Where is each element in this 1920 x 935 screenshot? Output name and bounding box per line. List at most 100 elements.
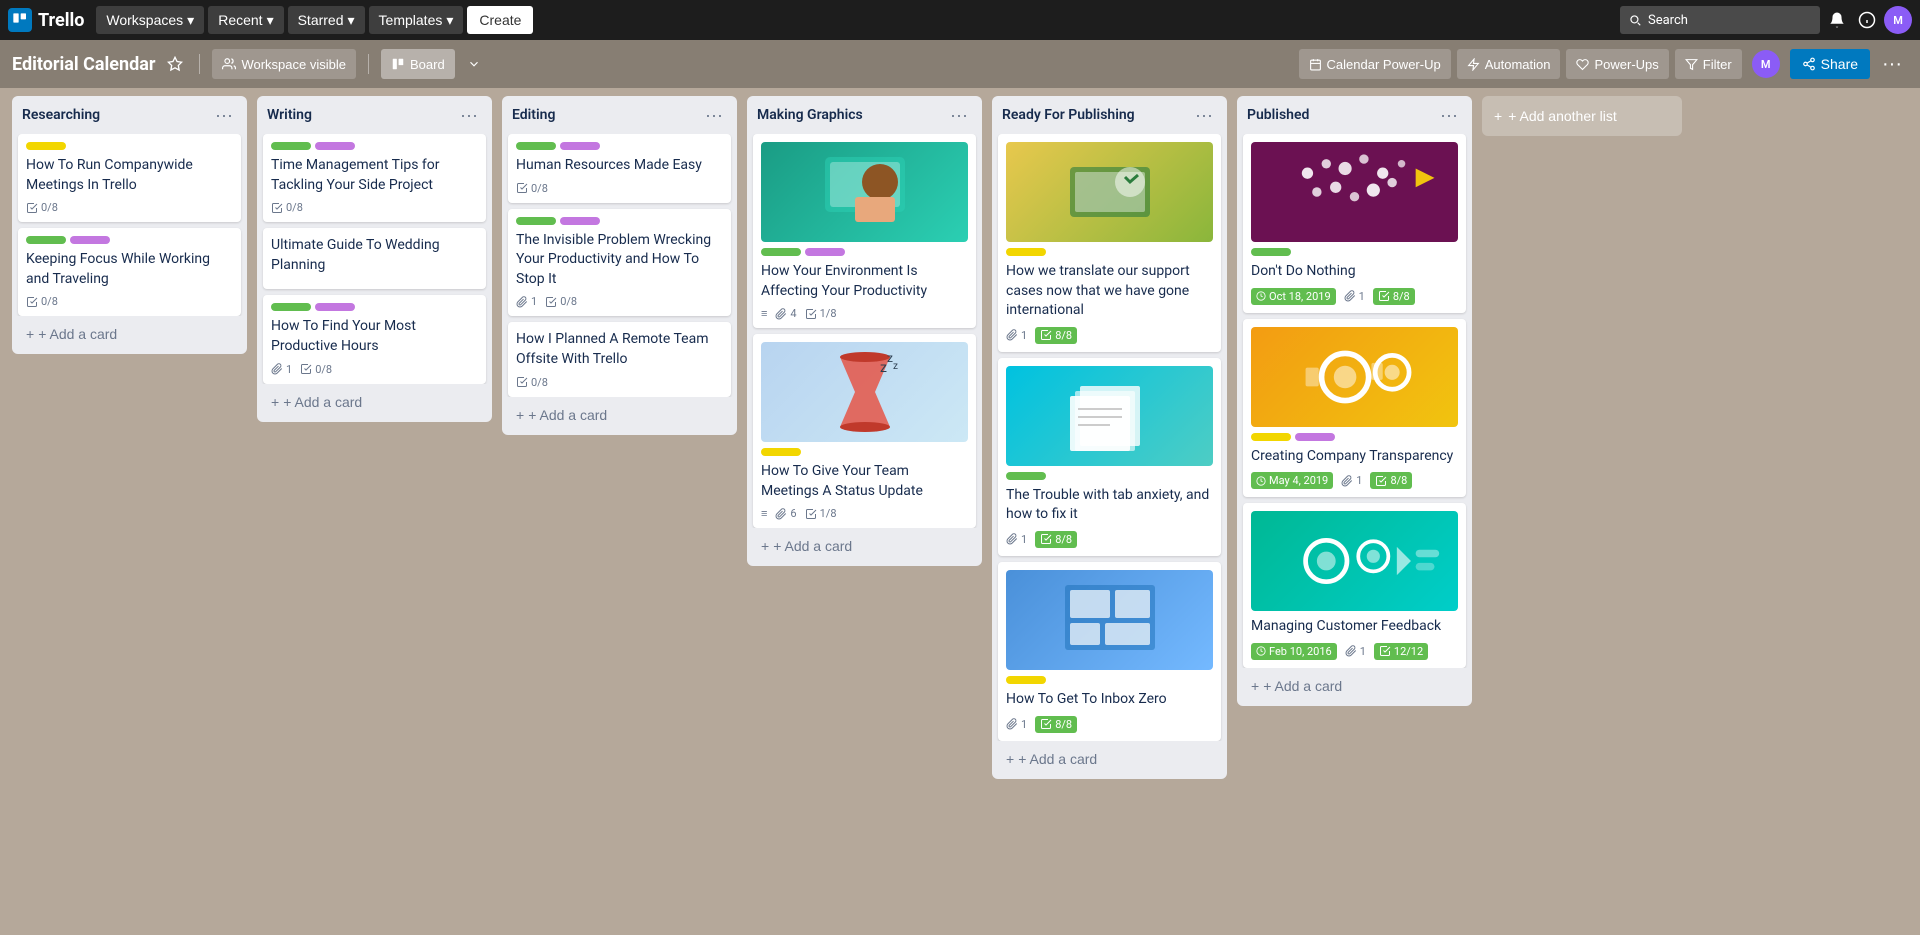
- card-pub2[interactable]: Creating Company Transparency May 4, 201…: [1243, 319, 1466, 498]
- card-labels: [516, 142, 723, 150]
- card-footer: 0/8: [516, 376, 723, 389]
- checklist-complete-badge: 8/8: [1035, 716, 1077, 733]
- attachment-icon: [775, 508, 787, 520]
- list-menu-published[interactable]: ···: [1436, 104, 1462, 126]
- list-menu-making-graphics[interactable]: ···: [946, 104, 972, 126]
- calendar-powerup-button[interactable]: Calendar Power-Up: [1299, 49, 1451, 79]
- logo-icon: [8, 8, 32, 32]
- powerups-button[interactable]: Power-Ups: [1566, 49, 1668, 79]
- checklist-badge: 0/8: [26, 201, 58, 214]
- board-header-right: Calendar Power-Up Automation Power-Ups F…: [1299, 49, 1908, 79]
- checklist-complete-badge: 8/8: [1035, 531, 1077, 548]
- checklist-icon: [26, 202, 38, 214]
- search-bar[interactable]: Search: [1620, 6, 1820, 34]
- add-card-editing[interactable]: + + Add a card: [508, 401, 731, 429]
- card-title: How To Run Companywide Meetings In Trell…: [26, 156, 233, 195]
- notifications-button[interactable]: [1824, 7, 1850, 33]
- starred-menu[interactable]: Starred ▾: [288, 6, 365, 34]
- card-labels: [516, 217, 723, 225]
- attachment-badge: 1: [271, 363, 292, 376]
- person-laptop-illustration: [805, 147, 925, 237]
- card-pub1[interactable]: Don't Do Nothing Oct 18, 2019 1 8/8: [1243, 134, 1466, 313]
- add-card-ready-publishing[interactable]: + + Add a card: [998, 745, 1221, 773]
- list-menu-researching[interactable]: ···: [211, 104, 237, 126]
- search-icon: [1628, 13, 1642, 27]
- card-e2[interactable]: The Invisible Problem Wrecking Your Prod…: [508, 209, 731, 317]
- create-button[interactable]: Create: [467, 6, 533, 34]
- card-rp2[interactable]: The Trouble with tab anxiety, and how to…: [998, 358, 1221, 556]
- attachment-icon: [1341, 475, 1353, 487]
- checklist-badge: 0/8: [26, 295, 58, 308]
- card-mg2[interactable]: z z z How To Give Your Team Meetings A S…: [753, 334, 976, 528]
- card-pub3[interactable]: Managing Customer Feedback Feb 10, 2016 …: [1243, 503, 1466, 668]
- customize-button[interactable]: [463, 53, 485, 75]
- add-card-writing[interactable]: + + Add a card: [263, 388, 486, 416]
- card-image-gears-teal: [1251, 511, 1458, 611]
- list-writing: Writing ··· Time Management Tips for Tac…: [257, 96, 492, 422]
- bell-icon: [1828, 11, 1846, 29]
- checklist-complete-badge: 12/12: [1374, 643, 1428, 660]
- checklist-badge: 1/8: [805, 307, 837, 320]
- filter-button[interactable]: Filter: [1675, 49, 1742, 79]
- add-another-list-button[interactable]: + + Add another list: [1482, 96, 1682, 136]
- label-green: [761, 248, 801, 256]
- card-mg1[interactable]: How Your Environment Is Affecting Your P…: [753, 134, 976, 328]
- card-w3[interactable]: How To Find Your Most Productive Hours 1…: [263, 295, 486, 383]
- more-options-button[interactable]: ···: [1876, 51, 1908, 78]
- checklist-icon: [805, 308, 817, 320]
- list-menu-writing[interactable]: ···: [456, 104, 482, 126]
- clock-icon: [1256, 476, 1266, 486]
- list-header-ready-publishing: Ready For Publishing ···: [992, 96, 1227, 134]
- card-r1[interactable]: How To Run Companywide Meetings In Trell…: [18, 134, 241, 222]
- list-title-researching: Researching: [22, 107, 211, 123]
- label-purple: [315, 303, 355, 311]
- list-menu-editing[interactable]: ···: [701, 104, 727, 126]
- card-title: The Trouble with tab anxiety, and how to…: [1006, 486, 1213, 525]
- card-w1[interactable]: Time Management Tips for Tackling Your S…: [263, 134, 486, 222]
- nav-icons: M: [1824, 6, 1912, 34]
- add-card-published[interactable]: + + Add a card: [1243, 672, 1466, 700]
- workspace-visible-button[interactable]: Workspace visible: [212, 49, 356, 79]
- svg-text:z: z: [893, 361, 898, 372]
- card-e3[interactable]: How I Planned A Remote Team Offsite With…: [508, 322, 731, 396]
- cards-ready-publishing: How we translate our support cases now t…: [992, 134, 1227, 741]
- user-avatar[interactable]: M: [1884, 6, 1912, 34]
- label-green: [1006, 472, 1046, 480]
- star-button[interactable]: [163, 52, 187, 76]
- workspaces-menu[interactable]: Workspaces ▾: [96, 6, 204, 34]
- list-menu-ready-publishing[interactable]: ···: [1191, 104, 1217, 126]
- card-rp3[interactable]: How To Get To Inbox Zero 1 8/8: [998, 562, 1221, 741]
- attachment-icon: [1006, 533, 1018, 545]
- checklist-icon: [545, 296, 557, 308]
- templates-menu[interactable]: Templates ▾: [369, 6, 464, 34]
- list-title-making-graphics: Making Graphics: [757, 107, 946, 123]
- board-view-button[interactable]: Board: [381, 49, 455, 79]
- card-w2[interactable]: Ultimate Guide To Wedding Planning: [263, 228, 486, 289]
- card-footer: 1 0/8: [271, 363, 478, 376]
- recent-menu[interactable]: Recent ▾: [208, 6, 283, 34]
- attachment-icon: [1345, 645, 1357, 657]
- attachment-badge: 1: [516, 295, 537, 308]
- card-title: How we translate our support cases now t…: [1006, 262, 1213, 321]
- attachment-badge: 1: [1006, 718, 1027, 731]
- add-card-making-graphics[interactable]: + + Add a card: [753, 532, 976, 560]
- card-e1[interactable]: Human Resources Made Easy 0/8: [508, 134, 731, 203]
- card-title: How To Find Your Most Productive Hours: [271, 317, 478, 356]
- card-rp1[interactable]: How we translate our support cases now t…: [998, 134, 1221, 352]
- share-button[interactable]: Share: [1790, 49, 1870, 79]
- list-title-editing: Editing: [512, 107, 701, 123]
- info-button[interactable]: [1854, 7, 1880, 33]
- card-image-person-laptop: [761, 142, 968, 242]
- automation-button[interactable]: Automation: [1457, 49, 1561, 79]
- add-card-researching[interactable]: + + Add a card: [18, 320, 241, 348]
- checklist-icon: [1375, 475, 1387, 487]
- checklist-complete-badge: 8/8: [1370, 472, 1412, 489]
- card-title: How To Give Your Team Meetings A Status …: [761, 462, 968, 501]
- trello-logo[interactable]: Trello: [8, 8, 84, 32]
- card-r2[interactable]: Keeping Focus While Working and Travelin…: [18, 228, 241, 316]
- board-user-avatar[interactable]: M: [1752, 50, 1780, 78]
- list-title-writing: Writing: [267, 107, 456, 123]
- label-yellow: [1251, 433, 1291, 441]
- card-title: Time Management Tips for Tackling Your S…: [271, 156, 478, 195]
- attachment-icon: [271, 363, 283, 375]
